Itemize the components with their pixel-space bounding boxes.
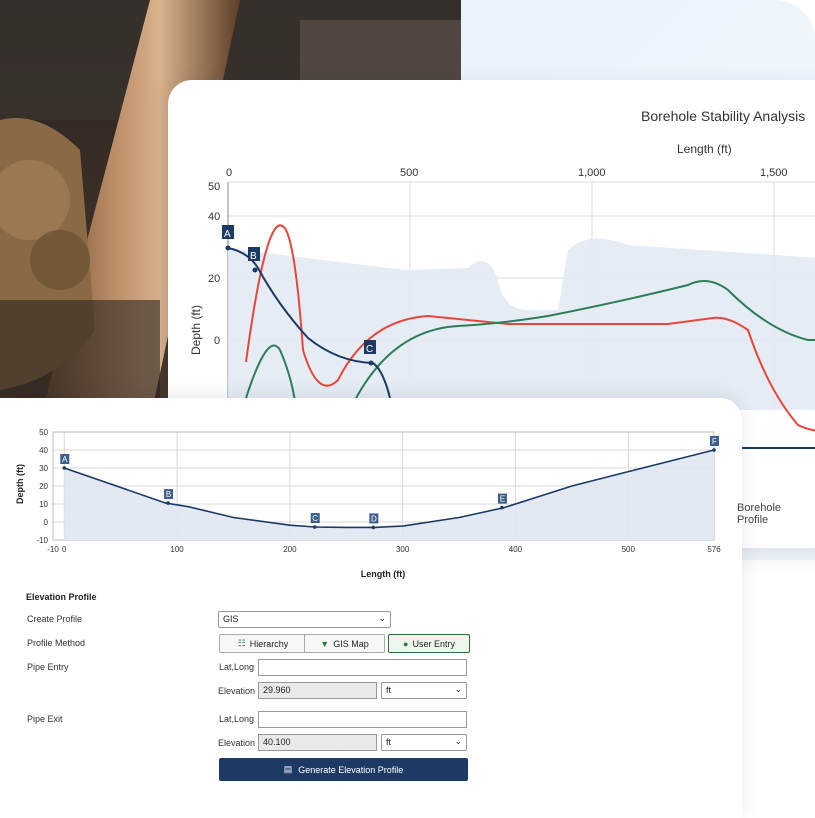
svg-text:C: C — [366, 344, 373, 355]
y-tick-label: 50 — [39, 428, 48, 437]
entry-latlong-input[interactable] — [258, 659, 467, 676]
chevron-down-icon: ⌄ — [378, 613, 386, 623]
chevron-down-icon: ⌄ — [454, 736, 462, 746]
entry-elevation-input[interactable]: 29.960 — [258, 682, 377, 699]
elevation-chart: ABC DEF 50403020100-10-10 0 100 200 300 400 500… — [15, 428, 721, 579]
x-tick-label: 500 — [400, 167, 418, 179]
exit-unit-value: ft — [386, 737, 392, 747]
entry-latlong-label: Lat,Long — [219, 662, 255, 672]
marker-label: C — [312, 514, 318, 523]
create-profile-label: Create Profile — [27, 614, 83, 624]
x-tick-label: 576 — [707, 545, 721, 554]
y-tick-label: 20 — [39, 482, 48, 491]
marker-a: A — [222, 225, 234, 240]
x-tick-label: 100 — [170, 545, 184, 554]
marker-point — [62, 466, 67, 470]
create-profile-select[interactable]: GIS ⌄ — [218, 611, 391, 628]
user-icon: ● — [403, 638, 409, 649]
map-icon: ▤ — [283, 764, 293, 774]
x-tick-label: 500 — [622, 545, 636, 554]
y-tick-label: -10 — [36, 536, 48, 545]
entry-unit-value: ft — [386, 685, 392, 695]
y-tick-label: 0 — [44, 518, 49, 527]
exit-unit-select[interactable]: ft ⌄ — [381, 734, 467, 751]
marker-label: F — [712, 437, 717, 446]
gis-map-label: GIS Map — [333, 638, 369, 649]
marker-label: B — [166, 490, 171, 499]
elevation-profile-card: ABCDEF 50 40 30 20 10 0 -10 -10 0 100 200 300 400 500… — [0, 398, 742, 818]
x-tick-label: -10 — [47, 545, 59, 554]
x-tick-label: 0 — [226, 167, 232, 179]
x-tick-label: 300 — [396, 545, 410, 554]
marker-point — [712, 448, 716, 452]
y-axis-title: Depth (ft) — [15, 464, 25, 504]
svg-text:B: B — [250, 251, 257, 262]
y-tick-label: 20 — [208, 273, 220, 285]
marker-c: C — [364, 340, 376, 355]
y-axis-title: Depth (ft) — [189, 305, 203, 355]
exit-latlong-input[interactable] — [258, 711, 467, 728]
y-tick-label: 40 — [39, 446, 48, 455]
entry-elevation-label: Elevation — [218, 686, 256, 696]
y-tick-label: 30 — [39, 464, 48, 473]
x-tick-label: 0 — [62, 545, 67, 554]
exit-elevation-label: Elevation — [218, 738, 256, 748]
chevron-down-icon: ⌄ — [454, 684, 462, 694]
pipe-exit-label: Pipe Exit — [27, 714, 63, 724]
y-tick-label: 0 — [214, 335, 220, 347]
x-tick-label: 1,000 — [578, 167, 606, 179]
marker-label: E — [500, 495, 505, 504]
marker-point — [500, 505, 504, 510]
gis-map-button[interactable]: ▼ GIS Map — [304, 634, 385, 653]
marker-label: A — [62, 455, 68, 464]
exit-elevation-input[interactable]: 40.100 — [258, 734, 377, 751]
exit-latlong-label: Lat,Long — [219, 714, 255, 724]
x-tick-label: 1,500 — [760, 167, 788, 179]
y-tick-label: 40 — [208, 211, 220, 223]
hierarchy-button[interactable]: ☷ Hierarchy — [219, 634, 307, 653]
pipe-entry-label: Pipe Entry — [27, 662, 69, 672]
generate-elevation-profile-button[interactable]: ▤ Generate Elevation Profile — [219, 758, 468, 781]
y-tick-label: 10 — [39, 500, 48, 509]
marker-point — [371, 525, 376, 530]
svg-text:A: A — [224, 229, 231, 240]
x-axis-title: Length (ft) — [361, 569, 405, 579]
x-tick-label: 200 — [283, 545, 297, 554]
profile-method-label: Profile Method — [27, 638, 86, 648]
marker-label: D — [371, 514, 377, 523]
map-pin-icon: ▼ — [320, 638, 330, 649]
y-tick-label: 50 — [208, 181, 220, 193]
hierarchy-icon: ☷ — [237, 638, 246, 648]
create-profile-value: GIS — [223, 614, 239, 624]
form-title: Elevation Profile — [26, 592, 97, 602]
x-tick-label: 400 — [509, 545, 523, 554]
entry-unit-select[interactable]: ft ⌄ — [381, 682, 467, 699]
user-entry-button[interactable]: ● User Entry — [388, 634, 470, 653]
user-entry-label: User Entry — [412, 638, 455, 649]
marker-point — [166, 501, 170, 505]
generate-label: Generate Elevation Profile — [298, 764, 404, 775]
borehole-profile-label: Borehole Profile — [737, 502, 782, 526]
marker-point — [312, 525, 317, 529]
hierarchy-label: Hierarchy — [249, 638, 289, 649]
marker-b: B — [248, 247, 260, 262]
